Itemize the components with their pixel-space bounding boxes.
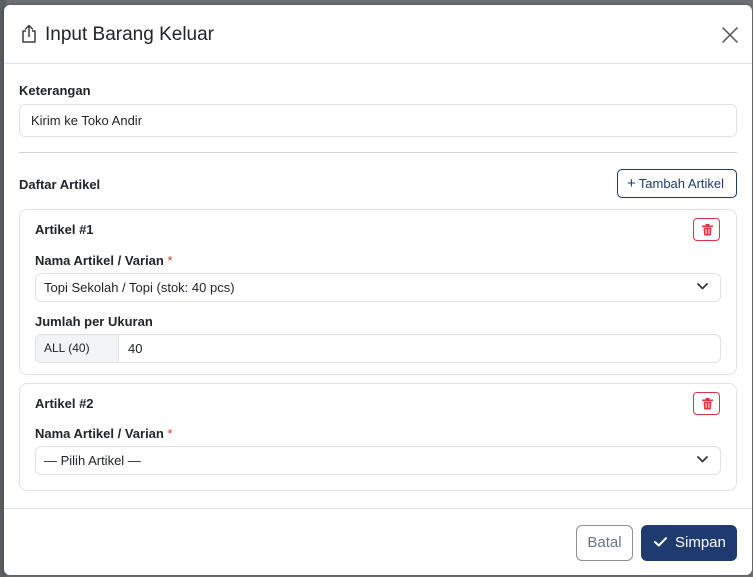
article-select[interactable]: — Pilih Artikel — [35, 446, 721, 475]
daftar-artikel-label: Daftar Artikel [19, 177, 101, 192]
qty-input-group: ALL (40) 40 [35, 334, 721, 363]
plus-icon: + [627, 175, 636, 192]
qty-label: Jumlah per Ukuran [35, 314, 153, 329]
chevron-down-icon [697, 456, 708, 463]
article-select-value: — Pilih Artikel — [44, 453, 141, 468]
modal-body: Keterangan Kirim ke Toko Andir Daftar Ar… [4, 65, 752, 508]
article-card: Artikel #2 Nama Artikel / Varian * — Pil… [19, 383, 737, 491]
article-select[interactable]: Topi Sekolah / Topi (stok: 40 pcs) [35, 273, 721, 302]
trash-icon [702, 398, 713, 410]
add-article-button[interactable]: + Tambah Artikel [617, 169, 737, 198]
save-label: Simpan [675, 534, 726, 551]
article-select-value: Topi Sekolah / Topi (stok: 40 pcs) [44, 280, 235, 295]
input-barang-keluar-modal: Input Barang Keluar Keterangan Kirim ke … [4, 5, 752, 575]
modal-header: Input Barang Keluar [4, 5, 752, 64]
keterangan-label: Keterangan [19, 83, 91, 98]
modal-title: Input Barang Keluar [45, 24, 215, 45]
check-icon [654, 537, 667, 547]
cancel-button[interactable]: Batal [576, 525, 633, 561]
save-button[interactable]: Simpan [641, 525, 737, 561]
size-addon: ALL (40) [36, 335, 119, 362]
trash-icon [702, 224, 713, 236]
qty-input[interactable]: 40 [120, 335, 720, 362]
article-title: Artikel #1 [35, 222, 94, 237]
delete-article-button[interactable] [693, 392, 720, 415]
divider [19, 152, 737, 153]
chevron-down-icon [697, 283, 708, 290]
share-icon [20, 24, 38, 44]
article-title: Artikel #2 [35, 396, 94, 411]
close-icon[interactable] [720, 25, 740, 45]
modal-footer: Batal Simpan [4, 508, 752, 575]
add-article-label: Tambah Artikel [638, 176, 725, 191]
article-name-label: Nama Artikel / Varian * [35, 253, 173, 268]
article-name-label: Nama Artikel / Varian * [35, 426, 173, 441]
article-card: Artikel #1 Nama Artikel / Varian * Topi … [19, 209, 737, 375]
delete-article-button[interactable] [693, 218, 720, 241]
keterangan-input[interactable]: Kirim ke Toko Andir [19, 104, 737, 137]
